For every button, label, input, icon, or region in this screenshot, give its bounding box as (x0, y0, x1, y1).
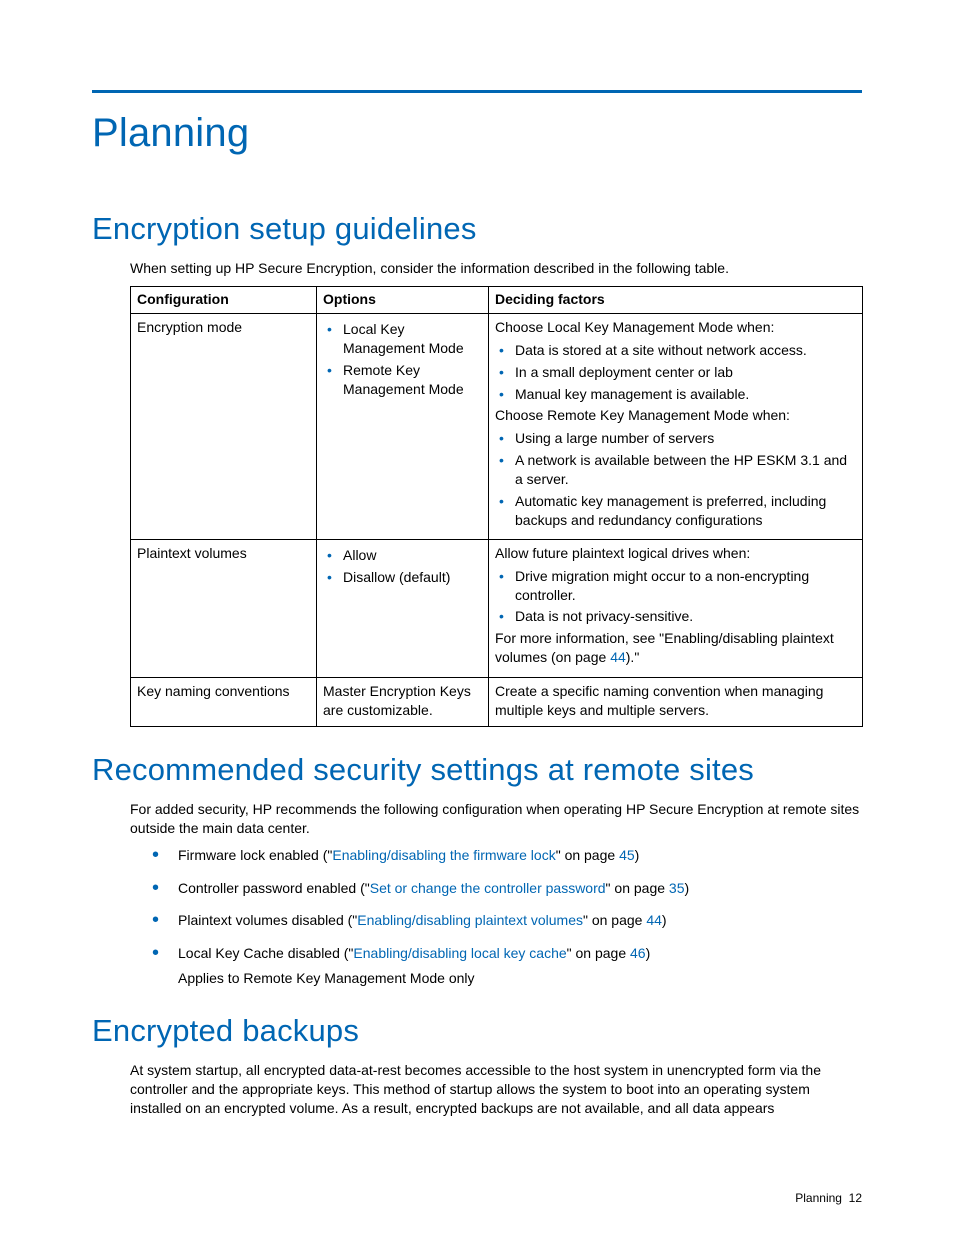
item-pre: Local Key Cache disabled (" (178, 945, 353, 961)
recommendations-list: Firmware lock enabled ("Enabling/disabli… (152, 846, 862, 988)
item-note: Applies to Remote Key Management Mode on… (178, 969, 862, 988)
item-post: ) (662, 912, 667, 928)
list-item: Local Key Cache disabled ("Enabling/disa… (152, 944, 862, 988)
footer-label: Planning (795, 1191, 842, 1205)
list-item: Plaintext volumes disabled ("Enabling/di… (152, 911, 862, 930)
cell-options: Local Key Management Mode Remote Key Man… (317, 313, 489, 539)
factors-list: Using a large number of servers A networ… (495, 429, 856, 529)
factors-tail: For more information, see "Enabling/disa… (495, 629, 856, 667)
table-header-row: Configuration Options Deciding factors (131, 286, 863, 313)
list-item: Local Key Management Mode (323, 320, 482, 358)
page-ref-link[interactable]: 35 (669, 880, 685, 896)
section-heading-encrypted-backups: Encrypted backups (92, 1013, 862, 1049)
list-item: A network is available between the HP ES… (495, 451, 856, 489)
table-row: Key naming conventions Master Encryption… (131, 678, 863, 727)
page-footer: Planning 12 (795, 1191, 862, 1205)
item-pre: Firmware lock enabled (" (178, 847, 332, 863)
page-title: Planning (92, 111, 862, 156)
footer-page-number: 12 (849, 1191, 862, 1205)
list-item: Disallow (default) (323, 568, 482, 587)
cell-config: Plaintext volumes (131, 539, 317, 677)
cell-factors: Create a specific naming convention when… (489, 678, 863, 727)
cell-config: Encryption mode (131, 313, 317, 539)
table-row: Encryption mode Local Key Management Mod… (131, 313, 863, 539)
page-ref-link[interactable]: 45 (619, 847, 635, 863)
cell-options: Master Encryption Keys are customizable. (317, 678, 489, 727)
options-list: Allow Disallow (default) (323, 546, 482, 587)
list-item: Controller password enabled ("Set or cha… (152, 879, 862, 898)
factors-list: Drive migration might occur to a non-enc… (495, 567, 856, 627)
item-post: ) (646, 945, 651, 961)
factors-lead: Choose Remote Key Management Mode when: (495, 406, 856, 425)
list-item: Allow (323, 546, 482, 565)
list-item: Firmware lock enabled ("Enabling/disabli… (152, 846, 862, 865)
table-row: Plaintext volumes Allow Disallow (defaul… (131, 539, 863, 677)
item-post: ) (684, 880, 689, 896)
list-item: Data is not privacy-sensitive. (495, 607, 856, 626)
item-mid: " on page (583, 912, 646, 928)
factors-tail-post: )." (626, 649, 640, 665)
factors-tail-pre: For more information, see "Enabling/disa… (495, 630, 834, 665)
item-pre: Plaintext volumes disabled (" (178, 912, 357, 928)
document-page: Planning Encryption setup guidelines Whe… (0, 0, 954, 1235)
list-item: Data is stored at a site without network… (495, 341, 856, 360)
list-item: Manual key management is available. (495, 385, 856, 404)
item-mid: " on page (606, 880, 669, 896)
item-post: ) (635, 847, 640, 863)
cross-ref-link[interactable]: Set or change the controller password (370, 880, 606, 896)
cross-ref-link[interactable]: Enabling/disabling the firmware lock (332, 847, 555, 863)
factors-list: Data is stored at a site without network… (495, 341, 856, 404)
options-list: Local Key Management Mode Remote Key Man… (323, 320, 482, 399)
item-pre: Controller password enabled (" (178, 880, 370, 896)
list-item: Remote Key Management Mode (323, 361, 482, 399)
list-item: Using a large number of servers (495, 429, 856, 448)
cell-options: Allow Disallow (default) (317, 539, 489, 677)
cell-factors: Choose Local Key Management Mode when: D… (489, 313, 863, 539)
page-ref-link[interactable]: 46 (630, 945, 646, 961)
section-heading-encryption-setup: Encryption setup guidelines (92, 211, 862, 247)
factors-lead: Allow future plaintext logical drives wh… (495, 544, 856, 563)
config-table: Configuration Options Deciding factors E… (130, 286, 863, 727)
cell-config: Key naming conventions (131, 678, 317, 727)
table-header-deciding-factors: Deciding factors (489, 286, 863, 313)
page-ref-link[interactable]: 44 (610, 649, 626, 665)
item-mid: " on page (556, 847, 619, 863)
cross-ref-link[interactable]: Enabling/disabling local key cache (353, 945, 566, 961)
list-item: Drive migration might occur to a non-enc… (495, 567, 856, 605)
list-item: Automatic key management is preferred, i… (495, 492, 856, 530)
table-header-configuration: Configuration (131, 286, 317, 313)
section-heading-recommended-security: Recommended security settings at remote … (92, 752, 862, 788)
top-rule (92, 90, 862, 93)
factors-lead: Choose Local Key Management Mode when: (495, 318, 856, 337)
cell-factors: Allow future plaintext logical drives wh… (489, 539, 863, 677)
table-header-options: Options (317, 286, 489, 313)
list-item: In a small deployment center or lab (495, 363, 856, 382)
section2-intro: For added security, HP recommends the fo… (130, 800, 862, 838)
section3-para: At system startup, all encrypted data-at… (130, 1061, 862, 1118)
item-mid: " on page (567, 945, 630, 961)
section1-intro: When setting up HP Secure Encryption, co… (130, 259, 862, 278)
page-ref-link[interactable]: 44 (646, 912, 662, 928)
cross-ref-link[interactable]: Enabling/disabling plaintext volumes (357, 912, 583, 928)
